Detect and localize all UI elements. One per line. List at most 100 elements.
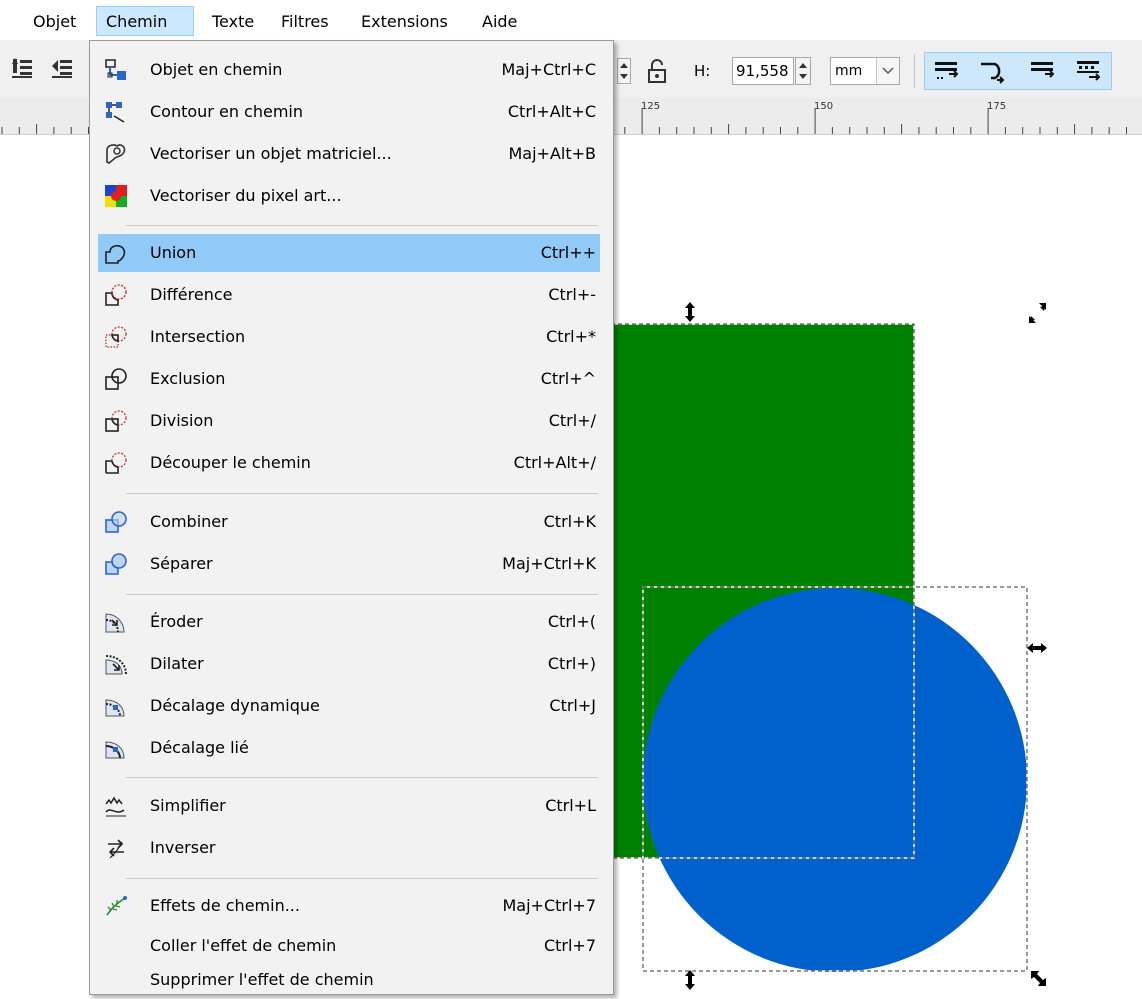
menu-item-supprimer-effet[interactable]: Supprimer l'effet de chemin bbox=[98, 961, 600, 999]
menu-item-decouper-chemin[interactable]: Découper le chemin Ctrl+Alt+/ bbox=[98, 444, 600, 482]
menu-item-simplifier[interactable]: Simplifier Ctrl+L bbox=[98, 787, 600, 825]
scale-handle-bottom-corner[interactable] bbox=[1031, 971, 1046, 986]
chevron-down-icon bbox=[876, 58, 899, 84]
menu-item-label: Séparer bbox=[150, 554, 213, 573]
move-patterns-icon[interactable] bbox=[1073, 56, 1103, 86]
menu-item-shortcut: Ctrl+- bbox=[548, 285, 596, 304]
menu-item-label: Supprimer l'effet de chemin bbox=[150, 970, 374, 989]
stroke-to-path-icon bbox=[106, 102, 125, 123]
cut-path-icon bbox=[105, 452, 127, 474]
break-apart-icon bbox=[105, 553, 127, 575]
menu-item-intersection[interactable]: Intersection Ctrl+* bbox=[98, 318, 600, 356]
menu-objet[interactable]: Objet bbox=[33, 9, 76, 35]
menu-item-label: Découper le chemin bbox=[150, 453, 311, 472]
menu-item-label: Contour en chemin bbox=[150, 102, 303, 121]
menu-texte[interactable]: Texte bbox=[212, 9, 254, 35]
inset-icon bbox=[105, 613, 125, 633]
menu-item-difference[interactable]: Différence Ctrl+- bbox=[98, 276, 600, 314]
menu-item-shortcut: Ctrl+) bbox=[547, 654, 596, 673]
menu-item-label: Union bbox=[150, 243, 197, 262]
menu-item-shortcut: Ctrl+( bbox=[547, 612, 596, 631]
menu-item-label: Intersection bbox=[150, 327, 246, 346]
menu-item-vectoriser-pixel-art[interactable]: Vectoriser du pixel art... bbox=[98, 177, 600, 215]
menu-filtres[interactable]: Filtres bbox=[281, 9, 329, 35]
menu-aide[interactable]: Aide bbox=[482, 9, 517, 35]
division-icon bbox=[105, 410, 127, 432]
menu-item-label: Combiner bbox=[150, 512, 228, 531]
menu-item-union[interactable]: Union Ctrl++ bbox=[98, 234, 600, 272]
menu-item-label: Éroder bbox=[150, 612, 203, 631]
w-spin-icon[interactable] bbox=[617, 58, 631, 84]
h-label: H: bbox=[694, 62, 711, 80]
raise-to-top-icon[interactable] bbox=[10, 56, 34, 80]
trace-bitmap-icon bbox=[106, 144, 126, 164]
menu-item-decalage-lie[interactable]: Décalage lié bbox=[98, 729, 600, 767]
menu-item-separer[interactable]: Séparer Maj+Ctrl+K bbox=[98, 545, 600, 583]
menu-item-label: Exclusion bbox=[150, 369, 226, 388]
intersection-icon bbox=[105, 326, 127, 348]
menu-item-vectoriser-matriciel[interactable]: Vectoriser un objet matriciel... Maj+Alt… bbox=[98, 135, 600, 173]
outset-icon bbox=[105, 655, 127, 675]
menu-item-shortcut: Ctrl+/ bbox=[548, 411, 596, 430]
lock-icon[interactable] bbox=[646, 58, 668, 84]
ruler-label: 150 bbox=[814, 101, 834, 112]
ruler-label: 125 bbox=[641, 101, 661, 112]
reverse-icon bbox=[108, 839, 124, 859]
scale-corners-icon[interactable] bbox=[977, 56, 1007, 86]
menubar: Objet Chemin Texte Filtres Extensions Ai… bbox=[0, 0, 1142, 40]
menu-separator bbox=[126, 878, 598, 879]
menu-chemin[interactable]: Chemin bbox=[96, 6, 194, 36]
menu-item-shortcut: Maj+Ctrl+7 bbox=[502, 896, 596, 915]
move-gradients-icon[interactable] bbox=[1027, 56, 1057, 86]
menu-item-label: Dilater bbox=[150, 654, 204, 673]
menu-item-shortcut: Ctrl+Alt+/ bbox=[513, 453, 596, 472]
ruler-label: 175 bbox=[987, 101, 1007, 112]
menu-extensions[interactable]: Extensions bbox=[361, 9, 448, 35]
menu-item-shortcut: Ctrl+^ bbox=[540, 369, 596, 388]
blue-circle[interactable] bbox=[643, 588, 1027, 972]
object-to-path-icon bbox=[105, 59, 126, 80]
menu-separator bbox=[126, 493, 598, 494]
menu-item-objet-en-chemin[interactable]: Objet en chemin Maj+Ctrl+C bbox=[98, 51, 600, 89]
linked-offset-icon bbox=[105, 741, 125, 759]
menu-item-division[interactable]: Division Ctrl+/ bbox=[98, 402, 600, 440]
menu-item-shortcut: Ctrl+K bbox=[543, 512, 596, 531]
menu-item-combiner[interactable]: Combiner Ctrl+K bbox=[98, 503, 600, 541]
menu-item-label: Effets de chemin... bbox=[150, 896, 300, 915]
menu-item-inverser[interactable]: Inverser bbox=[98, 829, 600, 867]
menu-item-dilater[interactable]: Dilater Ctrl+) bbox=[98, 645, 600, 683]
path-effects-icon bbox=[106, 896, 127, 916]
menu-item-eroder[interactable]: Éroder Ctrl+( bbox=[98, 603, 600, 641]
scale-handle-bottom[interactable] bbox=[685, 970, 695, 990]
menu-separator bbox=[126, 777, 598, 778]
menu-item-label: Décalage lié bbox=[150, 738, 249, 757]
simplify-icon bbox=[105, 796, 126, 817]
height-input[interactable]: 91,558 bbox=[732, 57, 794, 85]
menu-item-shortcut: Ctrl+L bbox=[545, 796, 596, 815]
menu-item-decalage-dynamique[interactable]: Décalage dynamique Ctrl+J bbox=[98, 687, 600, 725]
menu-item-coller-effet[interactable]: Coller l'effet de chemin Ctrl+7 bbox=[98, 927, 600, 965]
exclusion-icon bbox=[105, 368, 127, 390]
dynamic-offset-icon bbox=[105, 699, 125, 717]
menu-item-shortcut: Ctrl+* bbox=[546, 327, 596, 346]
unit-select[interactable]: mm bbox=[830, 57, 900, 85]
menu-separator bbox=[126, 594, 598, 595]
menu-item-exclusion[interactable]: Exclusion Ctrl+^ bbox=[98, 360, 600, 398]
menu-item-effets-de-chemin[interactable]: Effets de chemin... Maj+Ctrl+7 bbox=[98, 887, 600, 925]
menu-item-label: Vectoriser un objet matriciel... bbox=[150, 144, 392, 163]
menu-item-label: Division bbox=[150, 411, 214, 430]
menu-item-label: Vectoriser du pixel art... bbox=[150, 186, 342, 205]
menu-item-shortcut: Maj+Ctrl+C bbox=[501, 60, 596, 79]
scale-handle-top[interactable] bbox=[685, 302, 695, 322]
scale-stroke-icon[interactable] bbox=[931, 56, 961, 86]
height-spinner[interactable] bbox=[795, 57, 811, 85]
scale-handle-right[interactable] bbox=[1027, 643, 1047, 653]
scale-handle-corner[interactable] bbox=[1029, 303, 1046, 323]
trace-pixel-art-icon bbox=[105, 185, 127, 207]
menu-item-shortcut: Ctrl++ bbox=[540, 243, 596, 262]
menu-item-label: Décalage dynamique bbox=[150, 696, 320, 715]
menu-item-contour-en-chemin[interactable]: Contour en chemin Ctrl+Alt+C bbox=[98, 93, 600, 131]
unit-value: mm bbox=[835, 63, 863, 79]
menu-item-label: Différence bbox=[150, 285, 233, 304]
raise-icon[interactable] bbox=[50, 56, 74, 80]
